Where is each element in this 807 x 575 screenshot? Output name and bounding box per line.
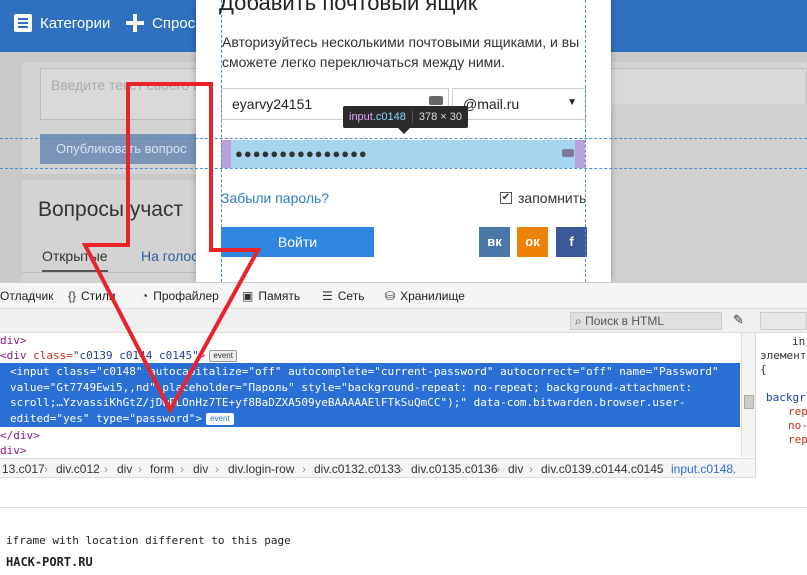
screenshot-root: Категории Спрос Введите текст своего в О… <box>0 0 807 575</box>
red-arrow-annotation <box>81 82 262 415</box>
